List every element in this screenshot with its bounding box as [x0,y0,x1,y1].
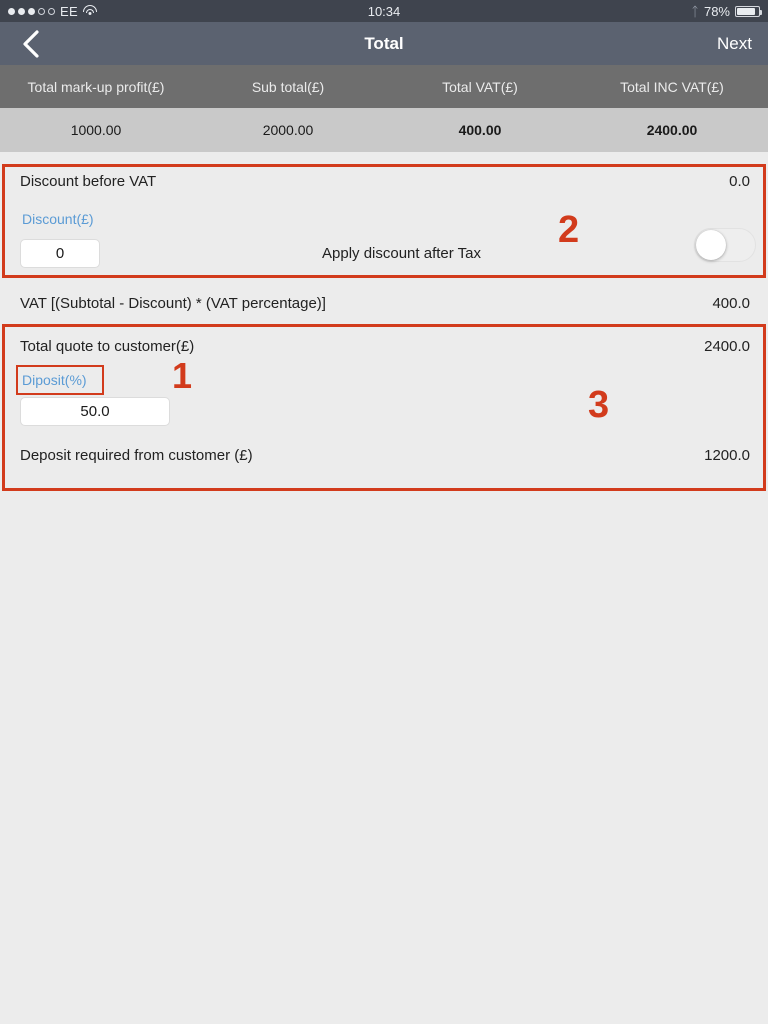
cell-markup-profit: 1000.00 [70,122,122,138]
battery-percent-label: 78% [703,3,730,19]
bluetooth-icon: ᛏ [691,3,699,19]
column-header-total-vat: Total VAT(£) [442,78,518,95]
column-header-total-inc-vat: Total INC VAT(£) [620,78,724,95]
status-bar-clock: 10:34 [367,3,401,19]
summary-table-row: 1000.00 2000.00 400.00 2400.00 [0,108,768,152]
deposit-percent-input[interactable]: 50.0 [20,397,170,426]
cell-sub-total: 2000.00 [262,122,314,138]
status-bar-right: ᛏ 78% [691,3,762,19]
column-header-sub-total: Sub total(£) [251,78,325,95]
discount-input[interactable]: 0 [20,239,100,268]
vat-row: VAT [(Subtotal - Discount) * (VAT percen… [0,288,768,322]
deposit-section: Total quote to customer(£) 2400.0 Diposi… [0,324,768,491]
apply-discount-after-tax-label: Apply discount after Tax [322,245,481,262]
total-quote-value: 2400.0 [704,338,750,355]
deposit-required-label: Deposit required from customer (£) [20,447,253,464]
column-header-markup-profit: Total mark-up profit(£) [27,78,165,95]
page-title: Total [364,33,404,53]
cell-total-vat: 400.00 [458,122,502,138]
battery-icon [735,5,762,17]
apply-discount-after-tax-toggle[interactable] [694,228,756,262]
deposit-field-label: Diposit(%) [22,372,87,388]
discount-before-vat-label: Discount before VAT [20,173,157,190]
discount-field-label: Discount(£) [22,211,94,227]
vat-value: 400.0 [712,295,750,312]
discount-section: Discount before VAT 0.0 Discount(£) 0 Ap… [0,164,768,278]
discount-before-vat-value: 0.0 [729,173,750,190]
navigation-bar: Total Next [0,22,768,65]
status-bar: EE 10:34 ᛏ 78% [0,0,768,22]
total-quote-label: Total quote to customer(£) [20,338,195,355]
cell-total-inc-vat: 2400.00 [646,122,698,138]
deposit-required-value: 1200.0 [704,447,750,464]
vat-formula-label: VAT [(Subtotal - Discount) * (VAT percen… [20,295,326,312]
next-button[interactable]: Next [717,22,752,65]
summary-table-header: Total mark-up profit(£) Sub total(£) Tot… [0,65,768,108]
app-screen: EE 10:34 ᛏ 78% Total Next Total mark-up … [0,0,768,1024]
toggle-knob [696,230,726,260]
